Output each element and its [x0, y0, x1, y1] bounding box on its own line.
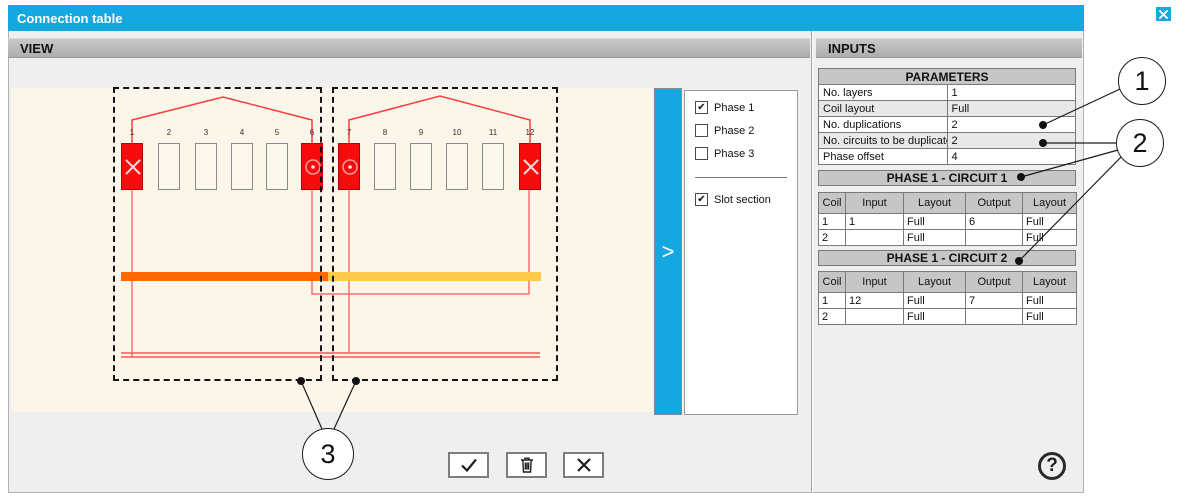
checkbox-checked-icon: ✔: [695, 101, 708, 114]
coil-cell: 1: [819, 214, 846, 230]
parameters-table: PARAMETERS No. layers 1 Coil layout Full…: [818, 68, 1076, 165]
layout-cell[interactable]: Full: [1023, 230, 1077, 246]
view-section-title: VIEW: [20, 41, 53, 56]
column-header: Input: [846, 193, 904, 214]
circuit2-dashed-outline: [332, 87, 558, 381]
dialog-title: Connection table: [8, 11, 122, 26]
winding-diagram-canvas: 1 2 3 4 5 6 7 8 9 10 11 12: [11, 88, 653, 412]
panel-expander[interactable]: >: [654, 88, 682, 415]
coil-cell: 2: [819, 309, 846, 325]
checkbox-checked-icon: ✔: [695, 193, 708, 206]
parameters-table-title: PARAMETERS: [819, 69, 1076, 85]
circuit2-table: Coil Input Layout Output Layout 1 12 Ful…: [818, 271, 1077, 325]
param-name: Coil layout: [819, 101, 948, 117]
param-value[interactable]: 2: [947, 117, 1076, 133]
checkbox-label: Slot section: [714, 194, 771, 206]
checkbox-unchecked-icon: [695, 124, 708, 137]
circuit1-dashed-outline: [113, 87, 322, 381]
help-button[interactable]: ?: [1038, 452, 1066, 480]
checkbox-unchecked-icon: [695, 147, 708, 160]
circuit1-table: Coil Input Layout Output Layout 1 1 Full…: [818, 192, 1077, 246]
input-cell[interactable]: [846, 230, 904, 246]
confirm-button[interactable]: [448, 452, 489, 478]
layout-cell[interactable]: Full: [1023, 309, 1077, 325]
column-header: Output: [966, 193, 1023, 214]
coil-cell: 2: [819, 230, 846, 246]
checkmark-icon: [459, 455, 479, 475]
param-name: No. circuits to be duplicated: [819, 133, 948, 149]
layout-cell[interactable]: Full: [904, 230, 966, 246]
layout-cell[interactable]: Full: [1023, 293, 1077, 309]
circuit1-table-title: PHASE 1 - CIRCUIT 1: [818, 170, 1076, 186]
legend-separator: [695, 177, 787, 178]
connection-table-dialog: Connection table VIEW INPUTS: [0, 0, 1185, 499]
checkbox-label: Phase 1: [714, 102, 754, 114]
column-header: Coil: [819, 193, 846, 214]
output-cell[interactable]: [966, 230, 1023, 246]
x-icon: [574, 455, 594, 475]
inputs-section-header: INPUTS: [816, 38, 1082, 58]
input-cell[interactable]: 1: [846, 214, 904, 230]
checkbox-phase-3[interactable]: Phase 3: [695, 146, 797, 161]
column-header: Coil: [819, 272, 846, 293]
column-header: Layout: [904, 193, 966, 214]
param-value[interactable]: Full: [947, 101, 1076, 117]
callout-1: 1: [1118, 57, 1166, 105]
checkbox-phase-2[interactable]: Phase 2: [695, 123, 797, 138]
column-header: Layout: [1023, 272, 1077, 293]
param-name: No. layers: [819, 85, 948, 101]
view-section-header: VIEW: [8, 38, 810, 58]
coil-cell: 1: [819, 293, 846, 309]
param-name: No. duplications: [819, 117, 948, 133]
layout-cell[interactable]: Full: [904, 293, 966, 309]
question-mark-icon: ?: [1046, 455, 1058, 477]
layout-cell[interactable]: Full: [904, 214, 966, 230]
input-cell[interactable]: [846, 309, 904, 325]
input-cell[interactable]: 12: [846, 293, 904, 309]
delete-button[interactable]: [506, 452, 547, 478]
cancel-button[interactable]: [563, 452, 604, 478]
section-splitter-highlight: [812, 31, 813, 493]
output-cell[interactable]: 6: [966, 214, 1023, 230]
column-header: Layout: [1023, 193, 1077, 214]
param-value[interactable]: 4: [947, 149, 1076, 165]
callout-3: 3: [302, 428, 354, 480]
callout-2: 2: [1116, 119, 1164, 167]
layout-cell[interactable]: Full: [1023, 214, 1077, 230]
trash-icon: [517, 455, 537, 475]
checkbox-phase-1[interactable]: ✔ Phase 1: [695, 100, 797, 115]
layout-cell[interactable]: Full: [904, 309, 966, 325]
param-value[interactable]: 2: [947, 133, 1076, 149]
chevron-right-icon: >: [662, 239, 675, 265]
close-icon: [1158, 9, 1169, 20]
display-options-panel: ✔ Phase 1 Phase 2 Phase 3 ✔ Slot section: [684, 90, 798, 415]
output-cell[interactable]: [966, 309, 1023, 325]
circuit2-table-title: PHASE 1 - CIRCUIT 2: [818, 250, 1076, 266]
dialog-titlebar: Connection table: [8, 5, 1084, 31]
param-name: Phase offset: [819, 149, 948, 165]
close-button[interactable]: [1154, 5, 1173, 23]
checkbox-label: Phase 2: [714, 125, 754, 137]
column-header: Input: [846, 272, 904, 293]
column-header: Layout: [904, 272, 966, 293]
output-cell[interactable]: 7: [966, 293, 1023, 309]
checkbox-label: Phase 3: [714, 148, 754, 160]
checkbox-slot-section[interactable]: ✔ Slot section: [695, 192, 797, 207]
param-value[interactable]: 1: [947, 85, 1076, 101]
column-header: Output: [966, 272, 1023, 293]
inputs-section-title: INPUTS: [828, 41, 876, 56]
